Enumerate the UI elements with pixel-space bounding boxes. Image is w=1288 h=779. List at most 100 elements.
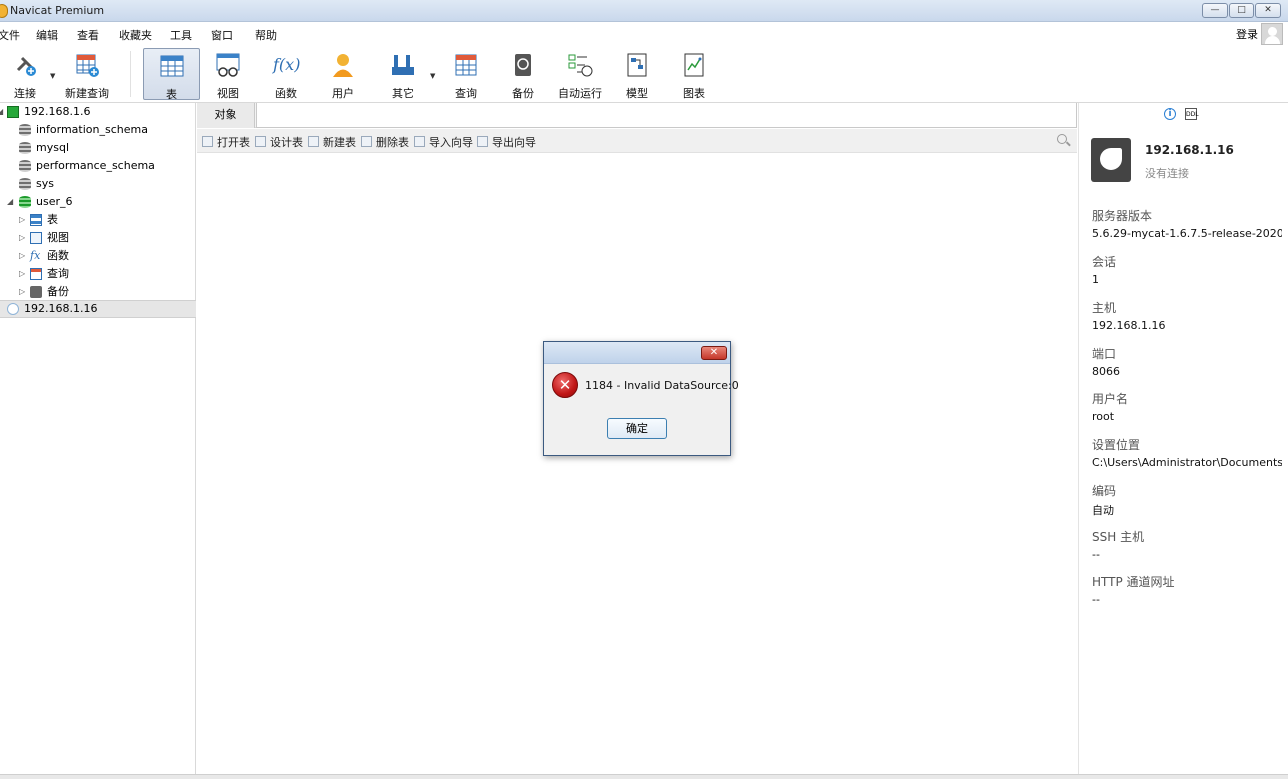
database-open-icon bbox=[19, 196, 31, 208]
tree-node-views[interactable]: ▷ 视图 bbox=[0, 229, 196, 247]
import-wizard-button[interactable]: 导入向导 bbox=[414, 134, 473, 150]
toolbar-user-button[interactable]: 用户 bbox=[315, 48, 371, 100]
menu-tools[interactable]: 工具 bbox=[170, 27, 192, 43]
collapse-arrow-icon[interactable]: ▷ bbox=[19, 283, 25, 301]
object-tab-bar: 对象 bbox=[197, 103, 1077, 128]
menu-favorites[interactable]: 收藏夹 bbox=[119, 27, 152, 43]
tree-db-sys[interactable]: sys bbox=[0, 175, 196, 193]
menu-window[interactable]: 窗口 bbox=[211, 27, 233, 43]
info-sessions: 会话 1 bbox=[1092, 253, 1282, 286]
export-wizard-button[interactable]: 导出向导 bbox=[477, 134, 536, 150]
object-list-area[interactable] bbox=[197, 154, 1077, 774]
collapse-arrow-icon[interactable]: ▷ bbox=[19, 247, 25, 265]
open-table-button[interactable]: 打开表 bbox=[202, 134, 250, 150]
ok-button[interactable]: 确定 bbox=[607, 418, 667, 439]
database-icon bbox=[19, 142, 31, 154]
avatar-icon[interactable] bbox=[1261, 23, 1283, 45]
connection-icon bbox=[7, 106, 19, 118]
maximize-button[interactable]: □ bbox=[1229, 3, 1254, 18]
status-bar bbox=[0, 774, 1288, 779]
field-label: 会话 bbox=[1092, 255, 1117, 269]
toolbar-function-button[interactable]: f(x) 函数 bbox=[258, 48, 314, 100]
info-settings-location: 设置位置 C:\Users\Administrator\Documents\Na… bbox=[1092, 436, 1282, 469]
plug-icon bbox=[12, 52, 38, 78]
menu-file[interactable]: 文件 bbox=[0, 27, 20, 43]
info-icon[interactable]: i bbox=[1164, 108, 1176, 120]
menu-help[interactable]: 帮助 bbox=[255, 27, 277, 43]
design-table-button[interactable]: 设计表 bbox=[255, 134, 303, 150]
table-icon bbox=[159, 53, 185, 79]
menu-view[interactable]: 查看 bbox=[77, 27, 99, 43]
field-value: root bbox=[1092, 410, 1115, 423]
tree-db-information-schema[interactable]: information_schema bbox=[0, 121, 196, 139]
toolbar-query-label: 查询 bbox=[455, 87, 477, 100]
tree-node-backups[interactable]: ▷ 备份 bbox=[0, 283, 196, 301]
field-value: 1 bbox=[1092, 273, 1099, 286]
chart-icon bbox=[681, 52, 707, 78]
database-icon bbox=[19, 178, 31, 190]
tree-label: mysql bbox=[36, 141, 69, 154]
field-value: 192.168.1.16 bbox=[1092, 319, 1166, 332]
login-link[interactable]: 登录 bbox=[1236, 26, 1258, 42]
connect-dropdown-icon[interactable]: ▼ bbox=[50, 72, 55, 80]
connection-tree: ◢ 192.168.1.6 information_schema mysql p… bbox=[0, 103, 196, 774]
field-value: -- bbox=[1092, 593, 1100, 606]
tree-db-performance-schema[interactable]: performance_schema bbox=[0, 157, 196, 175]
toolbar-view-button[interactable]: 视图 bbox=[200, 48, 256, 100]
other-dropdown-icon[interactable]: ▼ bbox=[430, 72, 435, 80]
database-icon bbox=[19, 124, 31, 136]
new-query-icon bbox=[74, 52, 100, 78]
navicat-app-icon bbox=[0, 4, 8, 18]
dialog-close-button[interactable]: ✕ bbox=[701, 346, 727, 360]
expand-arrow-icon[interactable]: ◢ bbox=[0, 103, 3, 121]
toolbar-autorun-button[interactable]: 自动运行 bbox=[552, 48, 608, 100]
toolbar-connect-label: 连接 bbox=[14, 87, 36, 100]
collapse-arrow-icon[interactable]: ▷ bbox=[19, 265, 25, 283]
tree-connection-192-168-1-6[interactable]: ◢ 192.168.1.6 bbox=[0, 103, 196, 121]
expand-arrow-icon[interactable]: ◢ bbox=[7, 193, 13, 211]
field-value: -- bbox=[1092, 548, 1100, 561]
delete-table-icon bbox=[361, 136, 372, 147]
menu-bar: 文件 编辑 查看 收藏夹 工具 窗口 帮助 登录 bbox=[0, 23, 1288, 45]
tree-node-queries[interactable]: ▷ 查询 bbox=[0, 265, 196, 283]
collapse-arrow-icon[interactable]: ▷ bbox=[19, 229, 25, 247]
query-icon bbox=[453, 52, 479, 78]
info-host: 主机 192.168.1.16 bbox=[1092, 299, 1282, 332]
delete-table-button[interactable]: 删除表 bbox=[361, 134, 409, 150]
search-icon[interactable] bbox=[1057, 134, 1067, 144]
tree-label: information_schema bbox=[36, 123, 148, 136]
ddl-icon[interactable]: DDL bbox=[1185, 108, 1199, 120]
collapse-arrow-icon[interactable]: ▷ bbox=[19, 211, 25, 229]
toolbar-new-query-button[interactable]: 新建查询 bbox=[59, 48, 115, 100]
info-http-tunnel: HTTP 通道网址 -- bbox=[1092, 573, 1282, 606]
close-window-button[interactable]: ✕ bbox=[1255, 3, 1281, 18]
mysql-dolphin-icon bbox=[1091, 138, 1131, 182]
function-icon: f(x) bbox=[273, 55, 301, 74]
toolbar-model-button[interactable]: 模型 bbox=[609, 48, 665, 100]
field-value: 自动 bbox=[1092, 504, 1114, 517]
toolbar-connect-button[interactable]: 连接 ▼ bbox=[0, 48, 55, 100]
toolbar-backup-button[interactable]: 备份 bbox=[495, 48, 551, 100]
new-table-button[interactable]: 新建表 bbox=[308, 134, 356, 150]
tab-objects[interactable]: 对象 bbox=[197, 103, 255, 128]
field-label: HTTP 通道网址 bbox=[1092, 575, 1175, 589]
tree-label: 表 bbox=[47, 213, 58, 226]
minimize-button[interactable]: — bbox=[1202, 3, 1228, 18]
new-table-label: 新建表 bbox=[323, 136, 356, 149]
tab-strip-empty bbox=[256, 103, 1077, 128]
design-table-icon bbox=[255, 136, 266, 147]
tree-node-functions[interactable]: ▷ fx 函数 bbox=[0, 247, 196, 265]
tree-label: 备份 bbox=[47, 285, 69, 298]
tree-label: 192.168.1.16 bbox=[24, 302, 98, 315]
tree-node-tables[interactable]: ▷ 表 bbox=[0, 211, 196, 229]
toolbar-table-button[interactable]: 表 bbox=[143, 48, 200, 101]
tree-db-mysql[interactable]: mysql bbox=[0, 139, 196, 157]
toolbar-chart-button[interactable]: 图表 bbox=[666, 48, 722, 100]
toolbar-query-button[interactable]: 查询 bbox=[438, 48, 494, 100]
tree-db-user-6[interactable]: ◢ user_6 bbox=[0, 193, 196, 211]
tree-connection-192-168-1-16[interactable]: 192.168.1.16 bbox=[0, 300, 196, 318]
toolbar-other-button[interactable]: 其它 ▼ bbox=[375, 48, 435, 100]
design-table-label: 设计表 bbox=[270, 136, 303, 149]
menu-edit[interactable]: 编辑 bbox=[36, 27, 58, 43]
tree-label: 视图 bbox=[47, 231, 69, 244]
